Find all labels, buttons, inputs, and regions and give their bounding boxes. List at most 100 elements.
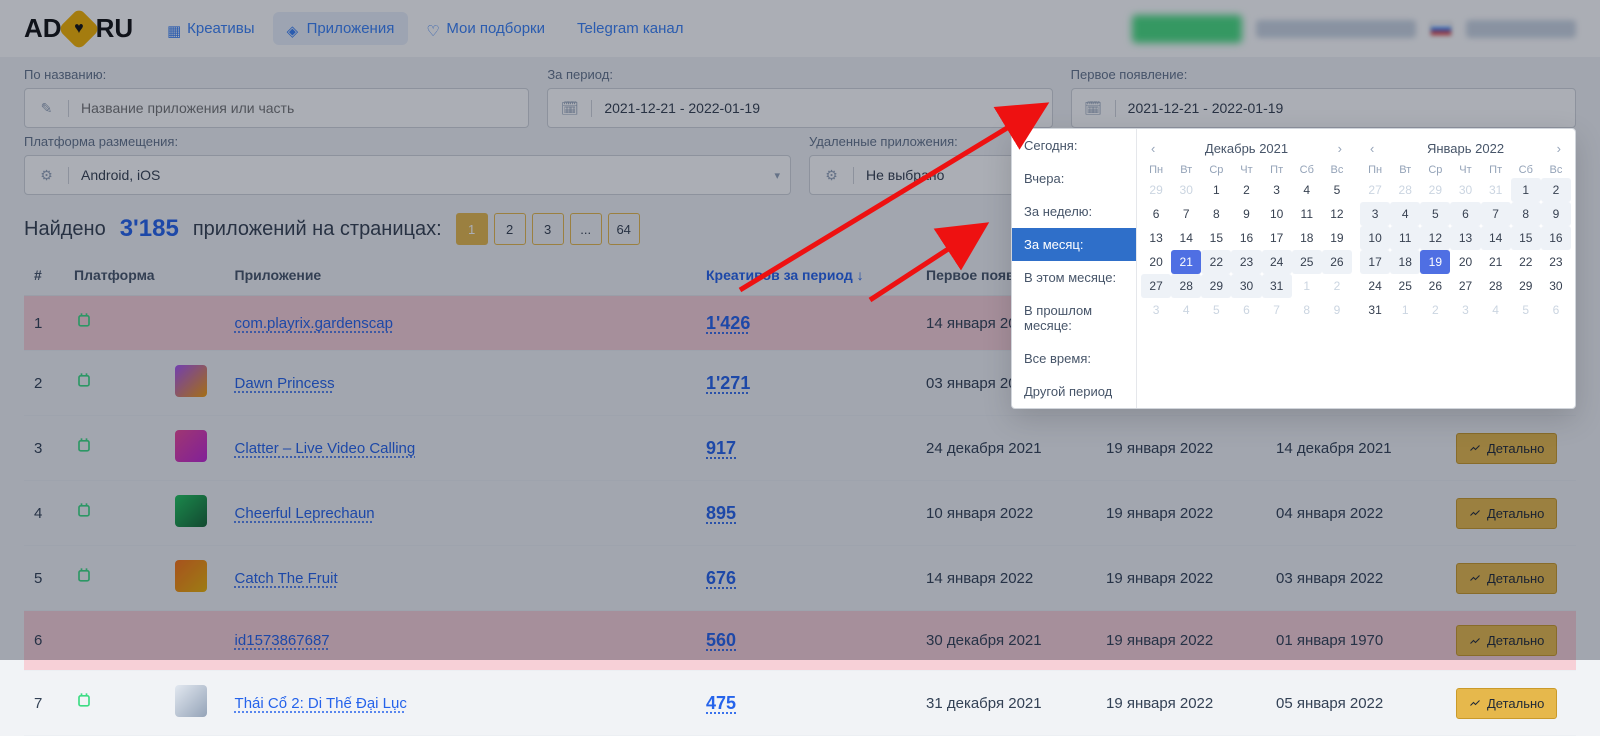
creatives-link[interactable]: 676 — [706, 568, 736, 588]
preset-item[interactable]: Вчера: — [1012, 162, 1136, 195]
detail-button[interactable]: Детально — [1456, 625, 1557, 656]
day[interactable]: 13 — [1450, 226, 1480, 250]
day[interactable]: 4 — [1292, 178, 1322, 202]
day-muted[interactable]: 1 — [1390, 298, 1420, 322]
day[interactable]: 3 — [1262, 178, 1292, 202]
preset-item[interactable]: В этом месяце: — [1012, 261, 1136, 294]
day[interactable]: 30 — [1231, 274, 1261, 298]
day-muted[interactable]: 6 — [1231, 298, 1261, 322]
day-muted[interactable]: 4 — [1481, 298, 1511, 322]
day[interactable]: 21 — [1171, 250, 1201, 274]
pager-page[interactable]: 2 — [494, 213, 526, 245]
filter-period-input[interactable] — [592, 100, 1051, 116]
day[interactable]: 17 — [1360, 250, 1390, 274]
creatives-link[interactable]: 475 — [706, 693, 736, 713]
day[interactable]: 23 — [1231, 250, 1261, 274]
col-platform[interactable]: Платформа — [64, 255, 165, 296]
day[interactable]: 24 — [1262, 250, 1292, 274]
detail-button[interactable]: Детально — [1456, 563, 1557, 594]
day[interactable]: 31 — [1360, 298, 1390, 322]
day[interactable]: 25 — [1292, 250, 1322, 274]
day-muted[interactable]: 4 — [1171, 298, 1201, 322]
day[interactable]: 13 — [1141, 226, 1171, 250]
day[interactable]: 18 — [1292, 226, 1322, 250]
day[interactable]: 30 — [1541, 274, 1571, 298]
day[interactable]: 25 — [1390, 274, 1420, 298]
nav-picks[interactable]: ♡Мои подборки — [412, 12, 559, 45]
day-muted[interactable]: 27 — [1360, 178, 1390, 202]
pager-page[interactable]: 1 — [456, 213, 488, 245]
day[interactable]: 2 — [1541, 178, 1571, 202]
day[interactable]: 8 — [1511, 202, 1541, 226]
app-link[interactable]: Catch The Fruit — [235, 570, 338, 587]
day-muted[interactable]: 31 — [1481, 178, 1511, 202]
day[interactable]: 12 — [1420, 226, 1450, 250]
prev-month-icon[interactable]: ‹ — [1147, 139, 1159, 158]
app-link[interactable]: Thái Cổ 2: Di Thế Đại Lục — [235, 695, 407, 712]
day[interactable]: 28 — [1171, 274, 1201, 298]
day-muted[interactable]: 28 — [1390, 178, 1420, 202]
day[interactable]: 31 — [1262, 274, 1292, 298]
day-muted[interactable]: 3 — [1450, 298, 1480, 322]
day[interactable]: 6 — [1141, 202, 1171, 226]
day[interactable]: 6 — [1450, 202, 1480, 226]
preset-item[interactable]: За неделю: — [1012, 195, 1136, 228]
day[interactable]: 22 — [1201, 250, 1231, 274]
blurred-user[interactable] — [1466, 20, 1576, 38]
next-month-icon[interactable]: › — [1553, 139, 1565, 158]
creatives-link[interactable]: 560 — [706, 630, 736, 650]
day[interactable]: 8 — [1201, 202, 1231, 226]
day[interactable]: 16 — [1541, 226, 1571, 250]
day-muted[interactable]: 3 — [1141, 298, 1171, 322]
col-creatives[interactable]: Креативов за период ↓ — [696, 255, 916, 296]
day[interactable]: 11 — [1292, 202, 1322, 226]
day-muted[interactable]: 29 — [1141, 178, 1171, 202]
day-muted[interactable]: 5 — [1511, 298, 1541, 322]
day[interactable]: 7 — [1171, 202, 1201, 226]
day[interactable]: 19 — [1322, 226, 1352, 250]
day-muted[interactable]: 7 — [1262, 298, 1292, 322]
nav-creatives[interactable]: ▦Креативы — [153, 12, 268, 45]
app-link[interactable]: Cheerful Leprechaun — [235, 505, 375, 522]
blurred-button[interactable] — [1132, 15, 1242, 43]
day[interactable]: 7 — [1481, 202, 1511, 226]
day[interactable]: 2 — [1231, 178, 1261, 202]
col-app[interactable]: Приложение — [225, 255, 696, 296]
filter-platform-select[interactable]: ⚙ Android, iOS ▾ — [24, 155, 791, 195]
day[interactable]: 19 — [1420, 250, 1450, 274]
preset-item[interactable]: За месяц: — [1012, 228, 1136, 261]
day-muted[interactable]: 5 — [1201, 298, 1231, 322]
app-link[interactable]: Clatter – Live Video Calling — [235, 440, 416, 457]
day[interactable]: 22 — [1511, 250, 1541, 274]
day[interactable]: 9 — [1231, 202, 1261, 226]
filter-by-name-input[interactable] — [69, 100, 528, 116]
nav-apps[interactable]: ◈Приложения — [273, 12, 409, 45]
day[interactable]: 1 — [1201, 178, 1231, 202]
filter-first-seen-input-wrap[interactable]: 🗓 — [1071, 88, 1576, 128]
filter-first-seen-input[interactable] — [1116, 100, 1575, 116]
language-flag[interactable] — [1430, 22, 1452, 36]
day[interactable]: 24 — [1360, 274, 1390, 298]
day[interactable]: 26 — [1322, 250, 1352, 274]
day-muted[interactable]: 29 — [1420, 178, 1450, 202]
day[interactable]: 4 — [1390, 202, 1420, 226]
pager-page[interactable]: ... — [570, 213, 602, 245]
day-muted[interactable]: 30 — [1171, 178, 1201, 202]
day[interactable]: 27 — [1450, 274, 1480, 298]
day[interactable]: 10 — [1360, 226, 1390, 250]
creatives-link[interactable]: 895 — [706, 503, 736, 523]
preset-item[interactable]: В прошлом месяце: — [1012, 294, 1136, 342]
prev-month-icon[interactable]: ‹ — [1366, 139, 1378, 158]
day[interactable]: 5 — [1322, 178, 1352, 202]
day[interactable]: 15 — [1511, 226, 1541, 250]
day[interactable]: 20 — [1450, 250, 1480, 274]
creatives-link[interactable]: 1'426 — [706, 313, 750, 333]
day[interactable]: 10 — [1262, 202, 1292, 226]
day[interactable]: 17 — [1262, 226, 1292, 250]
day[interactable]: 26 — [1420, 274, 1450, 298]
day[interactable]: 29 — [1201, 274, 1231, 298]
filter-by-name-input-wrap[interactable]: ✎ — [24, 88, 529, 128]
preset-item[interactable]: Другой период — [1012, 375, 1136, 408]
pager-page[interactable]: 3 — [532, 213, 564, 245]
preset-item[interactable]: Все время: — [1012, 342, 1136, 375]
